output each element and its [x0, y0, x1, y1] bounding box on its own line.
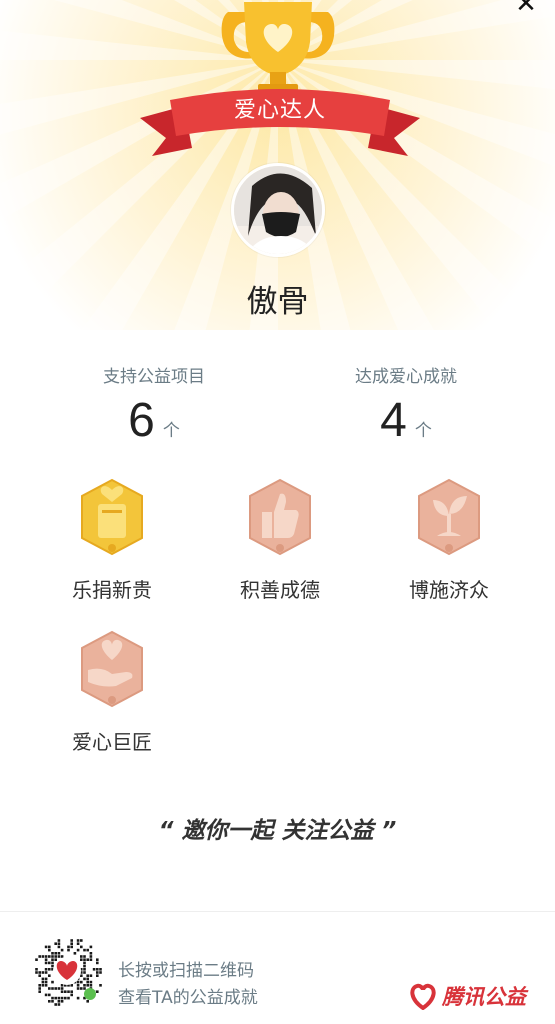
slogan: “ 邀你一起 关注公益 ”: [158, 818, 397, 844]
sprout-badge-icon: [418, 478, 480, 556]
stat-unit: 个: [414, 421, 432, 441]
badge-item[interactable]: 积善成德: [220, 474, 340, 603]
stat-achievements: 达成爱心成就 4个: [306, 362, 506, 448]
username: 傲骨: [246, 284, 309, 320]
gold-badge-icon: [81, 478, 143, 556]
badge-label: 积善成德: [240, 578, 320, 602]
thumbs-up-badge-icon: [249, 478, 311, 556]
brand-name: 腾讯公益: [442, 985, 526, 1009]
badge-label: 爱心巨匠: [72, 730, 152, 754]
brand-logo: 腾讯公益: [408, 980, 526, 1012]
badge-item[interactable]: 乐捐新贵: [52, 474, 172, 603]
badge-item[interactable]: 博施济众: [389, 474, 509, 603]
stat-value: 4: [380, 394, 407, 447]
divider: [0, 911, 555, 912]
stat-value: 6: [128, 394, 155, 447]
stat-unit: 个: [162, 421, 180, 441]
qr-instructions: 长按或扫描二维码 查看TA的公益成就: [118, 958, 258, 1012]
stat-label: 支持公益项目: [103, 367, 205, 387]
heart-logo-icon: [410, 983, 436, 1010]
badge-label: 乐捐新贵: [72, 578, 152, 602]
close-button[interactable]: ✕: [511, 0, 541, 18]
qr-code[interactable]: [28, 932, 106, 1010]
title-banner-text: 爱心达人: [233, 98, 326, 123]
avatar: [231, 163, 325, 257]
stat-projects: 支持公益项目 6个: [54, 362, 254, 448]
heart-hand-badge-icon: [81, 630, 143, 708]
qr-line-1: 长按或扫描二维码: [118, 961, 254, 981]
qr-line-2: 查看TA的公益成就: [118, 988, 258, 1008]
stat-label: 达成爱心成就: [355, 367, 457, 387]
badge-label: 博施济众: [409, 578, 489, 602]
badge-item[interactable]: 爱心巨匠: [52, 626, 172, 755]
